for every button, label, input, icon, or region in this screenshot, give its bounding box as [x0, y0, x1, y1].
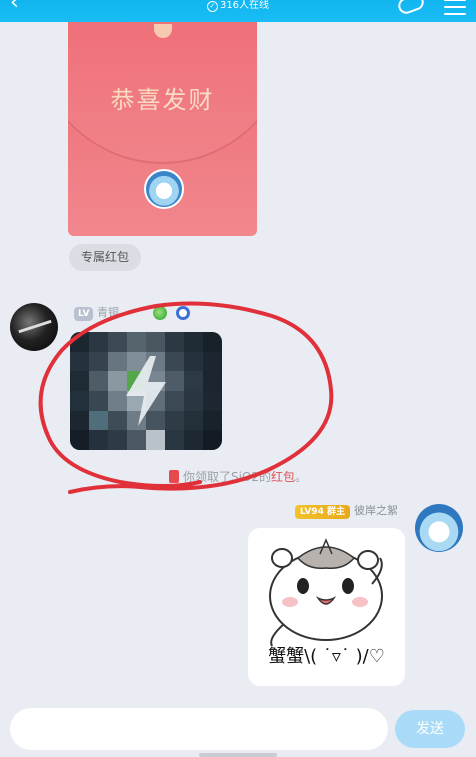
owner-avatar[interactable] [415, 504, 463, 552]
lightning-icon [126, 356, 166, 426]
message-input[interactable] [10, 708, 388, 750]
pixelated-image-message[interactable] [70, 332, 222, 450]
sticker-caption: 蟹蟹\( ˙▿˙ )/♡ [268, 646, 385, 667]
qq-badge-icon [176, 306, 190, 320]
red-envelope-icon [168, 470, 179, 483]
red-packet-avatar [144, 169, 184, 209]
menu-button[interactable] [444, 0, 466, 20]
send-button[interactable]: 发送 [395, 710, 465, 748]
red-packet-received-notice: 你领取了SiO2的红包。 [0, 468, 476, 485]
red-packet-link[interactable]: 红包 [271, 470, 295, 484]
sender-title: 青铜 [96, 306, 119, 319]
sender-name-row: LV 青铜 [74, 305, 119, 321]
pet-icon [153, 306, 167, 320]
hamster-illustration [269, 538, 383, 646]
owner-name: 彼岸之絮 [354, 504, 398, 517]
check-icon: ✓ [206, 1, 218, 12]
call-icon[interactable] [396, 0, 426, 16]
red-packet-card[interactable]: 恭喜发财 [68, 22, 257, 236]
home-indicator [199, 753, 277, 757]
chat-header: ‹ ✓ 316人在线 [0, 0, 476, 22]
red-packet-type-label: 专属红包 [69, 244, 142, 271]
red-packet-greeting: 恭喜发财 [110, 86, 215, 114]
hamster-sticker-message[interactable]: 蟹蟹\( ˙▿˙ )/♡ [248, 528, 405, 686]
sender-avatar[interactable] [10, 303, 58, 351]
level-badge: LV [74, 307, 94, 321]
owner-level-badge: LV94 群主 [294, 505, 350, 519]
owner-name-row: LV94 群主 彼岸之絮 [294, 503, 398, 519]
